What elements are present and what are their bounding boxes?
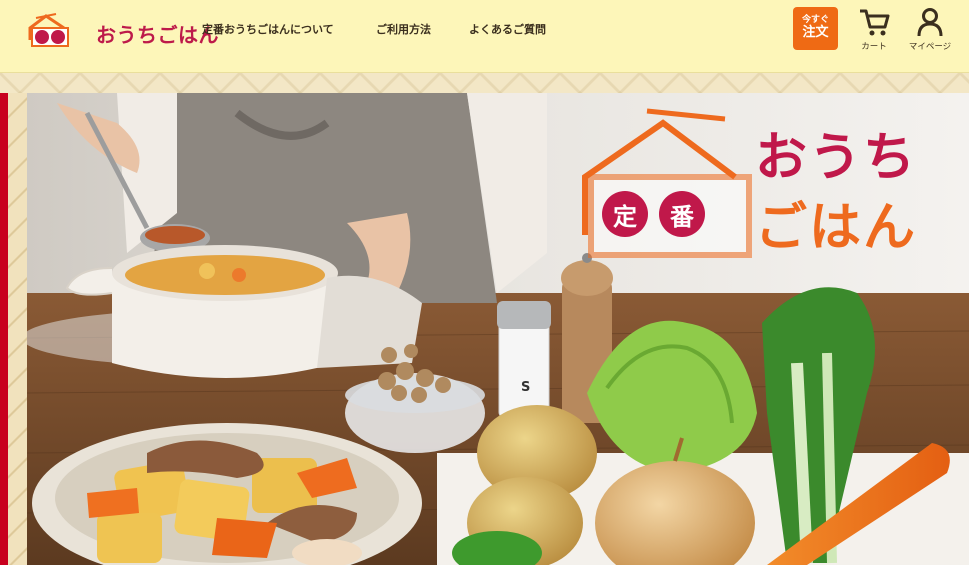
nav-faq[interactable]: よくあるご質問 — [469, 21, 546, 37]
cart-label: カート — [861, 42, 887, 52]
left-accent-bar — [0, 93, 8, 565]
hero-banner[interactable]: 定 番 おうち ごはん S — [27, 93, 969, 565]
hero-badge-1: 定 — [602, 191, 648, 237]
site-logo[interactable]: おうちごはん — [26, 10, 219, 50]
hero-badge-2: 番 — [659, 191, 705, 237]
site-header: おうちごはん 定番おうちごはんについて ご利用方法 よくあるご質問 今すぐ 注文… — [0, 0, 969, 73]
shaker-label: S — [521, 380, 531, 395]
nav-how-to-use[interactable]: ご利用方法 — [376, 21, 431, 37]
mypage-label: マイページ — [908, 42, 952, 52]
hero-title-line2: ごはん — [755, 197, 918, 258]
hero-title-line1: おうち — [755, 127, 918, 188]
cart-icon — [860, 9, 890, 36]
user-icon — [917, 8, 943, 37]
order-now-button[interactable]: 今すぐ 注文 — [793, 7, 838, 50]
cart-link[interactable]: カート — [849, 7, 899, 53]
mypage-link[interactable]: マイページ — [905, 7, 955, 53]
left-carousel-edge[interactable] — [8, 93, 27, 565]
logo-text: おうちごはん — [96, 23, 219, 47]
order-button-line2: 注文 — [802, 25, 829, 41]
logo-house-icon — [28, 13, 69, 47]
nav-about[interactable]: 定番おうちごはんについて — [202, 21, 334, 37]
